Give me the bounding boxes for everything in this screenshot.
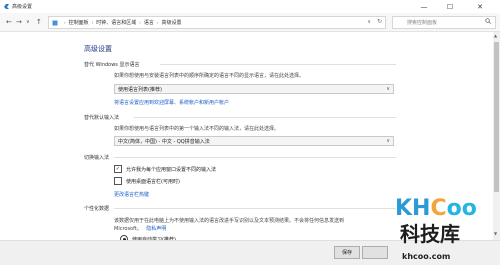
chevron-down-icon: ∨ (386, 138, 390, 144)
minimize-button[interactable]: — (414, 0, 434, 13)
up-arrow-icon[interactable]: ↑ (36, 18, 42, 26)
scroll-thumb[interactable] (494, 42, 499, 192)
privacy-statement-link[interactable]: 隐私声明 (146, 226, 166, 232)
recent-locations-chevron-icon[interactable]: ∨ (26, 19, 30, 25)
per-app-input-checkbox[interactable]: ✓ (114, 165, 122, 173)
desktop-language-bar-label: 使用桌面语言栏(可用时) (126, 178, 180, 185)
search-input[interactable]: 搜索控制面板 (392, 16, 496, 29)
address-dropdown-icon[interactable]: ∨ (367, 19, 371, 25)
title-bar: 高级设置 — ☐ ✕ (0, 0, 500, 13)
desktop-language-bar-option[interactable]: 使用桌面语言栏(可用时) (114, 177, 180, 185)
section-divider (134, 117, 396, 118)
section-divider (160, 64, 396, 65)
breadcrumb-item[interactable]: 控制面板 (69, 19, 89, 26)
switch-input-header: 切换输入法 (84, 155, 110, 161)
search-icon[interactable] (485, 18, 491, 26)
desktop-language-bar-checkbox[interactable] (114, 177, 122, 185)
watermark-chinese-text: 科技库 (400, 222, 460, 246)
default-input-value: 中文(简体，中国) - 中文 - QQ拼音输入法 (118, 138, 210, 145)
display-language-select[interactable]: 使用语言列表(推荐) ∨ (114, 84, 394, 94)
khcoo-watermark-logo: KHCoo (395, 194, 489, 224)
watermark-text: C (430, 196, 447, 221)
refresh-icon[interactable]: ↻ (377, 18, 382, 25)
breadcrumb-separator: › (139, 20, 141, 25)
breadcrumb-item[interactable]: 高级设置 (161, 19, 181, 26)
chevron-down-icon: ∨ (386, 86, 390, 92)
breadcrumb-separator: › (64, 20, 66, 25)
per-app-input-label: 允许我为每个应用窗口设置不同的输入法 (126, 166, 217, 173)
breadcrumb-item[interactable]: 语言 (144, 19, 154, 26)
cancel-button[interactable] (362, 246, 388, 259)
section-divider (114, 208, 396, 209)
save-button[interactable]: 保存 (334, 246, 360, 259)
watermark-text: KH (395, 196, 431, 221)
control-panel-icon (3, 3, 10, 10)
section-divider (114, 157, 396, 158)
change-language-bar-hotkeys-link[interactable]: 更改语言栏热键 (114, 191, 149, 198)
default-input-description: 如果你想使用与语言列表中的第一个输入法不同的输入法，请在此处选择。 (114, 126, 280, 132)
forward-arrow-icon[interactable]: → (16, 18, 22, 26)
breadcrumb-item[interactable]: 时钟、语言和区域 (96, 19, 136, 26)
navigation-bar: ← → ∨ ↑ › 控制面板 › 时钟、语言和区域 › 语言 › 高级设置 ∨ … (0, 13, 500, 32)
display-language-description: 如果你想使用与安装语言列表中的顺序所确定的语言不同的显示语言，请在此处选择。 (114, 73, 305, 79)
display-language-value: 使用语言列表(推荐) (118, 86, 162, 93)
maximize-button[interactable]: ☐ (440, 0, 460, 13)
scroll-down-icon[interactable]: ▼ (494, 231, 497, 236)
apply-language-settings-link[interactable]: 将语言设置应用到欢迎屏幕、系统帐户和新用户帐户 (114, 99, 229, 106)
display-language-header: 替代 Windows 显示语言 (84, 62, 140, 68)
back-arrow-icon[interactable]: ← (6, 18, 12, 26)
address-bar[interactable]: › 控制面板 › 时钟、语言和区域 › 语言 › 高级设置 ∨ ↻ (48, 16, 386, 29)
microsoft-text: Microsoft。 (114, 226, 142, 232)
search-placeholder: 搜索控制面板 (407, 20, 438, 26)
personalization-description-line2: Microsoft。 隐私声明 (114, 225, 166, 232)
default-input-header: 替代默认输入法 (84, 115, 120, 121)
per-app-input-option[interactable]: ✓ 允许我为每个应用窗口设置不同的输入法 (114, 165, 216, 173)
close-button[interactable]: ✕ (470, 0, 490, 13)
personalization-header: 个性化数据 (84, 206, 110, 212)
breadcrumb-separator: › (91, 20, 94, 25)
window-title: 高级设置 (12, 4, 33, 10)
default-input-select[interactable]: 中文(简体，中国) - 中文 - QQ拼音输入法 ∨ (114, 136, 394, 146)
vertical-scrollbar[interactable]: ▲ ▼ (493, 32, 500, 240)
scroll-up-icon[interactable]: ▲ (494, 33, 497, 38)
breadcrumb-separator: › (156, 20, 159, 25)
watermark-domain-text: khcoo.com (402, 252, 451, 261)
control-panel-icon (52, 20, 58, 26)
page-title: 高级设置 (84, 45, 112, 53)
watermark-text: oo (446, 196, 477, 221)
personalization-description: 该数据仅用于在此电脑上为不使用输入法的语言改进手写识别以及文本预测结果。不会将任… (114, 218, 345, 224)
